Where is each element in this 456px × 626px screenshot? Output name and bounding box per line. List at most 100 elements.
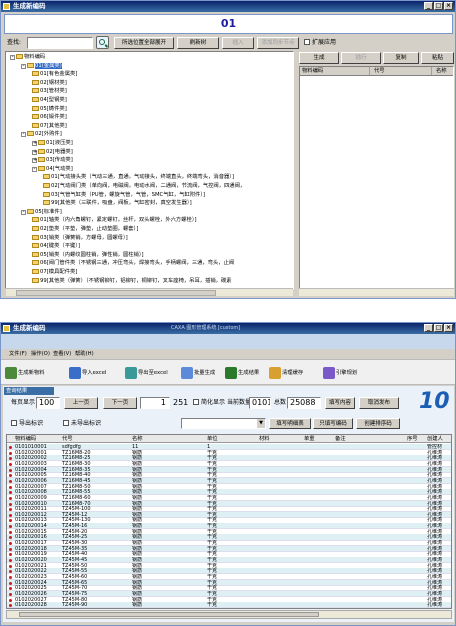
- tree-node[interactable]: 04[型钢类]: [32, 97, 67, 104]
- tree-node[interactable]: - 02[外购件]: [21, 131, 62, 138]
- close-button[interactable]: ×: [444, 2, 453, 10]
- tree-node-label: 01[气动接头类（气动三通，直通，气动接头，终端直头，终端弯头，消音器）]: [51, 174, 235, 181]
- tree-node[interactable]: - 01(金属类): [21, 62, 62, 70]
- tree-node[interactable]: 01[有色金属类]: [32, 71, 77, 78]
- grid-col-header[interactable]: 备注: [335, 435, 346, 443]
- tree-node-label: 03[传动类]: [46, 157, 73, 164]
- grid-col-header[interactable]: 序号: [407, 435, 418, 443]
- extend-app-checkbox[interactable]: 扩展应用: [304, 39, 336, 47]
- tree-node[interactable]: 05[销类（内螺纹圆柱销，弹性销，圆柱销）]: [32, 251, 144, 259]
- export-flag-checkbox[interactable]: 导出标识: [11, 420, 43, 428]
- expand-toggle-icon[interactable]: -: [21, 63, 26, 69]
- fill-detail-button[interactable]: 填写明细表: [269, 418, 311, 429]
- add-sync-node-button[interactable]: 添加同步节点: [257, 37, 299, 49]
- tree-node[interactable]: - 04[气动类]: [32, 165, 73, 173]
- refresh-tree-button[interactable]: 刷新树: [177, 37, 219, 49]
- close-button-2[interactable]: ×: [444, 324, 453, 332]
- tree-node[interactable]: +03[传动类]: [32, 157, 73, 164]
- tree-node[interactable]: 99[其他类（三联件，吸盘，阀板，气缸密封，真空发生器）]: [43, 200, 192, 207]
- tree-node[interactable]: - 物料编码: [10, 54, 45, 61]
- tree-node[interactable]: 01[轴类（内六角螺钉，紧定螺钉，丝杆，双头螺栓，外六方螺栓）]: [32, 217, 197, 224]
- prev-page-button[interactable]: 上一页: [64, 397, 98, 409]
- result-list[interactable]: 物料编码 代号 名称: [299, 66, 454, 289]
- new-code-window: 生成新编码 _ □ × 01 查找: 所选位置全部展开 刷新树 插入 添加同步节…: [0, 0, 456, 299]
- next-page-button[interactable]: 下一页: [103, 397, 137, 409]
- grid-col-header[interactable]: 物料编码: [15, 435, 36, 443]
- tree-node[interactable]: 07[其他类]: [32, 122, 67, 130]
- row-marker-icon: [9, 496, 12, 500]
- table-row[interactable]: 0102020028 TZ45M-90 钢筋 干克 孔维涛: [7, 602, 451, 608]
- tree-hscrollbar[interactable]: [6, 288, 293, 296]
- menu-item[interactable]: 帮助(H): [75, 349, 94, 359]
- toolbar-button[interactable]: 引擎规划: [323, 364, 357, 382]
- code-display: 01: [4, 14, 453, 34]
- search-input[interactable]: [27, 37, 93, 49]
- query-result-grid[interactable]: 物料编码 代号 名称 单位 材料 单重 备注 序号 创建人 0101010001 sdfgdfg 1…: [6, 434, 452, 609]
- tree-node[interactable]: 06[锻件类]: [32, 114, 67, 121]
- tree-node[interactable]: 02[气动阀门类（单向阀，电磁阀，电动水阀，二通阀，节流阀，气控阀，四通阀，: [43, 183, 245, 190]
- copy-button[interactable]: 复制: [383, 52, 419, 64]
- create-sort-code-button[interactable]: 创建排序码: [356, 418, 400, 429]
- expand-toggle-icon[interactable]: +: [32, 158, 37, 164]
- toolbar-button[interactable]: 清理缓存: [269, 364, 303, 382]
- unexported-flag-checkbox[interactable]: 未导出标识: [63, 420, 101, 428]
- tree-node[interactable]: 06[阀门管件类（不锈钢三通，冲压弯头，焊接弯头，手柄螺阀，三通，弯头，止阀: [32, 260, 234, 267]
- grid-col-header[interactable]: 材料: [259, 435, 270, 443]
- grid-col-header[interactable]: 名称: [132, 435, 143, 443]
- insert-row-button[interactable]: 插行: [341, 52, 381, 64]
- cancel-publish-button[interactable]: 取消发布: [359, 397, 399, 409]
- grid-col-header[interactable]: 创建人: [427, 435, 443, 443]
- tree-node[interactable]: +02[电器类]: [32, 148, 73, 156]
- per-page-input[interactable]: 100: [36, 397, 60, 409]
- tree-node[interactable]: 03[销类（弹簧销，方螺母，圆螺母）]: [32, 234, 128, 242]
- page-input[interactable]: 1: [140, 397, 170, 409]
- expand-toggle-icon[interactable]: -: [10, 55, 15, 60]
- tree-node[interactable]: 07[模具配件类]: [32, 269, 77, 276]
- search-icon[interactable]: [96, 36, 109, 49]
- toolbar-button[interactable]: 生成结果: [225, 364, 259, 382]
- grid-col-header[interactable]: 代号: [62, 435, 73, 443]
- expand-toggle-icon[interactable]: -: [32, 166, 37, 172]
- menu-item[interactable]: 查看(V): [53, 349, 71, 359]
- tree-node[interactable]: 03[气管气缸类（PU管，螺旋气管，气管，SMC气缸，气缸附件）]: [43, 191, 205, 199]
- toolbar-button[interactable]: 批量生成: [181, 364, 215, 382]
- expand-toggle-icon[interactable]: +: [32, 141, 37, 146]
- row-count-input: 0101010001,sdfgdfg,11,1,,,,,管控材,01020200…: [249, 397, 271, 409]
- maximize-button-2[interactable]: □: [434, 324, 443, 332]
- tree-node[interactable]: 04[键类（平键）]: [32, 243, 80, 250]
- grid-col-header[interactable]: 单位: [207, 435, 218, 443]
- fill-content-button[interactable]: 填写内容: [325, 397, 355, 409]
- filter-dropdown[interactable]: ▼: [181, 418, 266, 429]
- toolbar-button[interactable]: 生成新物料: [5, 364, 45, 382]
- minimize-button[interactable]: _: [424, 2, 433, 10]
- simple-display-checkbox[interactable]: 简化显示: [193, 399, 225, 407]
- tree-node[interactable]: +01[液压类]: [32, 140, 73, 147]
- tree-node[interactable]: 02[垫类（平垫，弹垫，止动垫圈，螺套）]: [32, 226, 138, 233]
- result-hscrollbar[interactable]: [299, 288, 454, 296]
- minimize-button-2[interactable]: _: [424, 324, 433, 332]
- fill-code-only-button[interactable]: 只填写编码: [313, 418, 353, 429]
- expand-toggle-icon[interactable]: -: [21, 209, 26, 215]
- grid-col-header[interactable]: 单重: [304, 435, 315, 443]
- menu-item[interactable]: 文件(F): [9, 349, 27, 359]
- menu-item[interactable]: 操作(O): [31, 349, 50, 359]
- tree-node[interactable]: 02[钢材类]: [32, 79, 67, 87]
- row-marker-icon: [9, 474, 12, 478]
- toolbar-button[interactable]: 导入excel: [69, 364, 106, 382]
- new-code-window-2: 生成新编码 CAXA 图形管理系统 [custom] _ □ × 文件(F) 操作…: [0, 322, 456, 626]
- tree-node[interactable]: 01[气动接头类（气动三通，直通，气动接头，终端直头，终端弯头，消音器）]: [43, 174, 234, 181]
- grid-hscrollbar[interactable]: [6, 610, 452, 619]
- tree-node[interactable]: - 05[标准件]: [21, 208, 62, 216]
- paste-button[interactable]: 粘贴: [421, 52, 454, 64]
- tree-node[interactable]: 03[管材类]: [32, 88, 67, 95]
- generate-button[interactable]: 生成: [299, 52, 339, 64]
- expand-all-button[interactable]: 所选位置全部展开: [114, 37, 174, 49]
- material-tree[interactable]: - 物料编码 - 01(金属类) 01[有色金属类] 02[钢材类] 03[管材类] 04[型…: [5, 51, 294, 289]
- maximize-button[interactable]: □: [434, 2, 443, 10]
- expand-toggle-icon[interactable]: -: [21, 132, 26, 138]
- expand-toggle-icon[interactable]: +: [32, 149, 37, 155]
- toolbar-button[interactable]: 导出至excel: [125, 364, 168, 382]
- tree-node[interactable]: 99[其他类（弹簧）（不锈钢铆钉，铝铆钉，铜铆钉，叉车座椅，吊耳，插销，碳素: [32, 277, 232, 285]
- tree-node[interactable]: 05[铸件类]: [32, 105, 67, 113]
- insert-button[interactable]: 插入: [222, 37, 254, 49]
